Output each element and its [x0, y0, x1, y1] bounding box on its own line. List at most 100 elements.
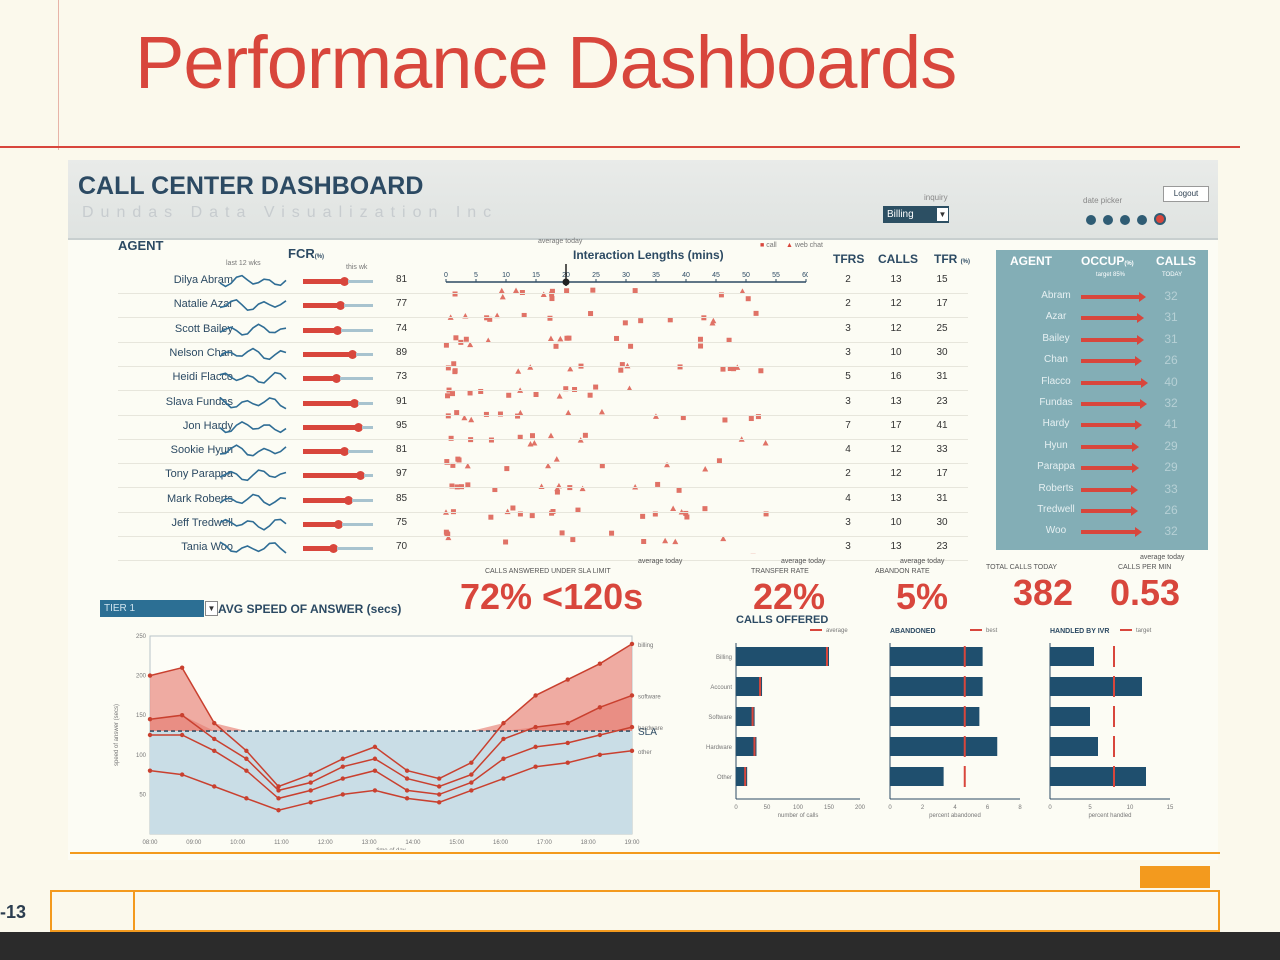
date-picker-label: date picker	[1083, 196, 1123, 205]
calls-value: 17	[890, 419, 902, 431]
call-mark	[533, 392, 539, 398]
agent-row[interactable]: Natalie Azar 77	[68, 294, 418, 318]
occupancy-bar	[1081, 487, 1131, 492]
kpi-transfer-avg: average today	[781, 558, 826, 565]
agent-row[interactable]: Tony Parappa 97	[68, 464, 418, 488]
occupancy-row[interactable]: Chan 26	[996, 350, 1208, 371]
bar	[1050, 737, 1098, 756]
call-mark	[553, 343, 559, 349]
series-point	[340, 764, 345, 769]
tfrs-header: TFRS	[833, 252, 865, 266]
dashboard-panel: CALL CENTER DASHBOARD Dundas Data Visual…	[68, 160, 1218, 860]
agent-row[interactable]: Tania Woo 70	[68, 537, 418, 561]
date-dot[interactable]	[1120, 215, 1130, 225]
fcr-sparkline	[219, 469, 287, 482]
fcr-sparkline	[219, 396, 287, 409]
tier-select[interactable]: TIER 1 ▼	[100, 600, 218, 617]
occupancy-calls-today: 29	[1164, 438, 1178, 453]
series-point	[212, 748, 217, 754]
chevron-down-icon[interactable]: ▼	[937, 208, 948, 221]
occupancy-row[interactable]: Tredwell 26	[996, 500, 1208, 521]
bar-x-tick: 8	[1018, 805, 1022, 811]
inquiry-select[interactable]: Billing ▼	[883, 206, 949, 223]
call-mark	[748, 416, 754, 422]
bar	[1050, 767, 1146, 786]
series-point	[404, 796, 410, 801]
occupancy-agent-name: Flacco	[1041, 375, 1071, 387]
occupancy-agent-name: Abram	[1041, 290, 1071, 301]
occupancy-row[interactable]: Woo 32	[996, 521, 1208, 542]
row-divider	[118, 560, 968, 562]
series-point	[533, 764, 538, 769]
fcr-target-tail	[348, 450, 373, 454]
series-point	[629, 748, 635, 754]
tfr-value: 23	[936, 395, 948, 407]
series-point	[437, 800, 442, 805]
fcr-bar	[303, 473, 360, 479]
bar-x-tick: 5	[1088, 805, 1092, 811]
tfrs-value: 4	[845, 492, 851, 504]
footer-box	[50, 890, 135, 932]
series-point	[404, 768, 410, 773]
series-point	[179, 713, 185, 718]
call-mark	[453, 335, 459, 341]
kpi-sla-value: 72% <120s	[460, 576, 644, 617]
webchat-mark	[598, 408, 605, 415]
agent-row[interactable]: Dilya Abram 81	[68, 270, 418, 294]
x-tick-label: 17:00	[537, 840, 553, 846]
occupancy-row[interactable]: Hardy 41	[996, 414, 1208, 435]
call-mark	[640, 513, 646, 519]
occupancy-calls-today: 32	[1164, 289, 1178, 303]
date-dot[interactable]	[1103, 215, 1113, 225]
series-point	[501, 736, 506, 742]
series-label: hardware	[638, 726, 664, 732]
occupancy-row[interactable]: Flacco 40	[996, 372, 1208, 393]
agent-row[interactable]: Jon Hardy 95	[68, 416, 418, 440]
tfr-value: 17	[936, 298, 948, 310]
webchat-mark	[556, 393, 563, 399]
webchat-mark	[670, 505, 677, 512]
logout-button[interactable]: Logout	[1163, 186, 1209, 202]
bar-charts: CALLS OFFEREDaverage0 50 100 150 200number o…	[706, 615, 1174, 819]
date-dot[interactable]	[1086, 215, 1096, 225]
occupancy-calls-today: 32	[1164, 524, 1178, 539]
occupancy-row[interactable]: Hyun 29	[996, 436, 1208, 457]
agent-row[interactable]: Nelson Chan 89	[68, 343, 418, 367]
tfr-value: 33	[936, 444, 948, 456]
fcr-target-tail	[364, 474, 373, 478]
series-point	[276, 796, 281, 801]
series-point	[404, 788, 410, 793]
fcr-value: 77	[396, 298, 408, 310]
occupancy-row[interactable]: Abram 32	[996, 286, 1208, 307]
date-dot[interactable]	[1137, 215, 1147, 225]
occupancy-row[interactable]: Fundas 32	[996, 393, 1208, 414]
kpi-transfer-label: TRANSFER RATE	[751, 568, 809, 575]
axis-tick-label: 50	[742, 272, 750, 279]
fcr-header-label: FCR	[288, 246, 315, 261]
agent-row[interactable]: Heidi Flacco 73	[68, 367, 418, 391]
tfrs-value: 3	[845, 517, 851, 528]
series-point	[469, 780, 474, 785]
series-point	[565, 740, 570, 746]
occupancy-row[interactable]: Parappa 29	[996, 457, 1208, 478]
agent-row[interactable]: Scott Bailey 74	[68, 319, 418, 343]
chevron-down-icon[interactable]: ▼	[205, 601, 218, 616]
date-dot-selected[interactable]	[1154, 213, 1166, 225]
bar	[890, 707, 980, 726]
series-point	[244, 768, 249, 773]
arrow-right-icon	[1135, 420, 1142, 431]
bar-x-tick: 100	[793, 805, 804, 811]
calls-header: CALLS	[878, 252, 918, 266]
agent-row[interactable]: Slava Fundas 91	[68, 392, 418, 416]
fcr-target-tail	[356, 352, 373, 356]
series-point	[179, 772, 185, 777]
date-picker[interactable]	[1086, 212, 1173, 230]
agent-row[interactable]: Sookie Hyun 81	[68, 440, 418, 464]
tfrs-value: 7	[845, 419, 851, 431]
occupancy-row[interactable]: Bailey 31	[996, 329, 1208, 350]
occupancy-row[interactable]: Azar 31	[996, 307, 1208, 328]
agent-row[interactable]: Jeff Tredwell 75	[68, 513, 418, 537]
occupancy-row[interactable]: Roberts 33	[996, 479, 1208, 500]
series-point	[372, 744, 378, 750]
agent-row[interactable]: Mark Roberts 85	[68, 489, 418, 513]
